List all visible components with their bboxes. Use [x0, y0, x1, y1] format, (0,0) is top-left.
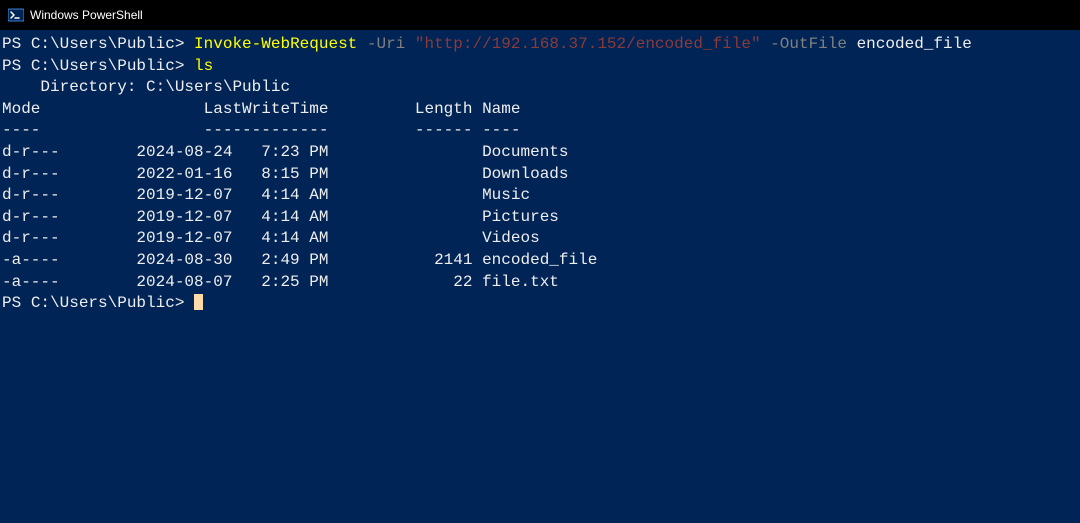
- titlebar[interactable]: Windows PowerShell: [0, 0, 1080, 30]
- table-row: d-r--- 2019-12-07 4:14 AM Videos: [2, 228, 1080, 250]
- table-row: d-r--- 2022-01-16 8:15 PM Downloads: [2, 164, 1080, 186]
- command-line-2: PS C:\Users\Public> ls: [2, 56, 1080, 78]
- cursor: [194, 294, 203, 310]
- command-line-3: PS C:\Users\Public>: [2, 293, 1080, 315]
- terminal-area[interactable]: PS C:\Users\Public> Invoke-WebRequest -U…: [0, 30, 1080, 523]
- table-row: -a---- 2024-08-30 2:49 PM 2141 encoded_f…: [2, 250, 1080, 272]
- powershell-window: Windows PowerShell PS C:\Users\Public> I…: [0, 0, 1080, 523]
- table-row: d-r--- 2019-12-07 4:14 AM Pictures: [2, 207, 1080, 229]
- directory-line: Directory: C:\Users\Public: [2, 77, 1080, 99]
- command-line-1: PS C:\Users\Public> Invoke-WebRequest -U…: [2, 34, 1080, 56]
- listing-header: Mode LastWriteTime Length Name: [2, 99, 1080, 121]
- powershell-icon: [8, 7, 24, 23]
- table-row: -a---- 2024-08-07 2:25 PM 22 file.txt: [2, 272, 1080, 294]
- window-title: Windows PowerShell: [30, 8, 143, 22]
- table-row: d-r--- 2019-12-07 4:14 AM Music: [2, 185, 1080, 207]
- table-row: d-r--- 2024-08-24 7:23 PM Documents: [2, 142, 1080, 164]
- listing-divider: ---- ------------- ------ ----: [2, 120, 1080, 142]
